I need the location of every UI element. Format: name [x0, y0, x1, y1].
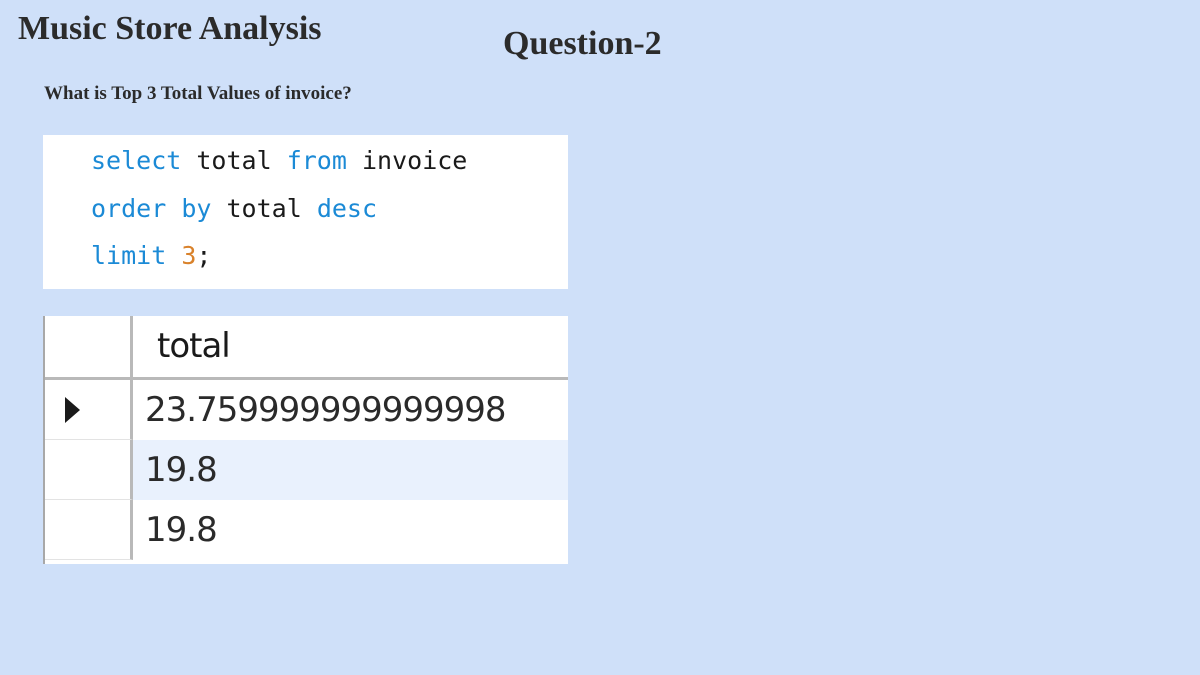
- sql-keyword: limit: [91, 241, 167, 270]
- column-header-total[interactable]: total: [133, 316, 568, 377]
- sql-keyword: desc: [316, 193, 378, 223]
- slide-title: Music Store Analysis: [18, 10, 322, 47]
- sql-keyword: select: [91, 146, 182, 175]
- row-selector[interactable]: [45, 440, 133, 500]
- table-row[interactable]: 19.8: [45, 500, 568, 560]
- sql-line-3: limit 3;: [91, 238, 568, 286]
- table-cell[interactable]: 23.759999999999998: [133, 380, 568, 440]
- question-text: What is Top 3 Total Values of invoice?: [44, 83, 352, 104]
- table-row[interactable]: 23.759999999999998: [45, 380, 568, 440]
- sql-number: 3: [181, 241, 197, 270]
- row-selector[interactable]: [45, 500, 133, 560]
- sql-keyword: from: [286, 146, 347, 175]
- sql-identifier: total: [226, 193, 302, 223]
- table-cell[interactable]: 19.8: [133, 440, 568, 500]
- row-pointer-icon: [65, 396, 80, 423]
- sql-line-1: select total from invoice: [91, 143, 568, 191]
- sql-keyword: order: [91, 193, 167, 223]
- sql-query-box: select total from invoice order by total…: [43, 135, 568, 289]
- sql-line-2: order by total desc: [91, 191, 568, 239]
- result-grid: total 23.759999999999998 19.8 19.8: [43, 316, 568, 564]
- row-selector-header[interactable]: [45, 316, 133, 377]
- grid-header: total: [45, 316, 568, 380]
- sql-identifier: invoice: [361, 146, 468, 175]
- table-cell[interactable]: 19.8: [133, 500, 568, 560]
- sql-identifier: total: [196, 146, 272, 175]
- sql-keyword: by: [181, 193, 212, 223]
- row-selector[interactable]: [45, 380, 133, 440]
- table-row[interactable]: 19.8: [45, 440, 568, 500]
- sql-punctuation: ;: [196, 241, 212, 270]
- question-label: Question-2: [503, 25, 662, 62]
